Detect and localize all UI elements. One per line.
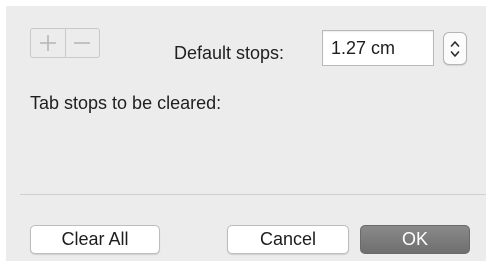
- tabs-dialog: Default stops: Tab stops to be cleared: …: [6, 6, 486, 261]
- default-stops-label: Default stops:: [174, 43, 285, 63]
- plus-icon: [39, 34, 57, 52]
- cancel-button[interactable]: Cancel: [227, 225, 349, 254]
- clear-all-button[interactable]: Clear All: [30, 225, 160, 254]
- divider: [20, 194, 486, 195]
- remove-tab-stop-button[interactable]: [64, 29, 100, 57]
- add-remove-tab-stop-control: [30, 28, 100, 58]
- tab-stops-to-be-cleared-label: Tab stops to be cleared:: [30, 93, 222, 113]
- default-stops-stepper[interactable]: [443, 32, 467, 65]
- minus-icon: [73, 34, 91, 52]
- ok-button[interactable]: OK: [360, 225, 470, 254]
- add-tab-stop-button[interactable]: [31, 29, 65, 57]
- up-down-chevron-icon: [450, 39, 460, 59]
- default-stops-input[interactable]: [322, 30, 434, 66]
